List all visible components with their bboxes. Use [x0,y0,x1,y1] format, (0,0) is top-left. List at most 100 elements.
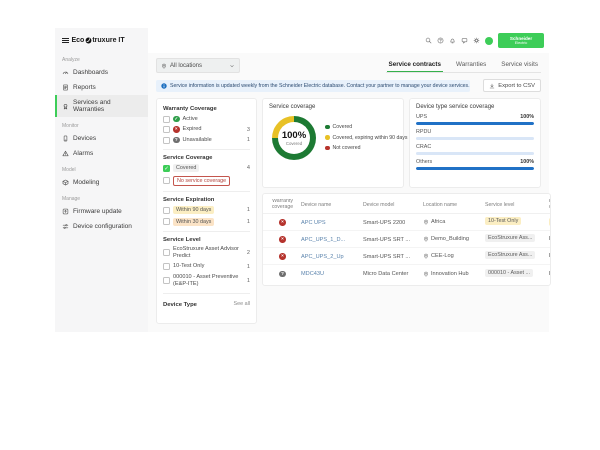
bar-row-others: Others 100% [416,159,534,170]
checkbox[interactable] [163,249,170,256]
help-icon[interactable] [437,37,444,44]
filter-option-10-test-only[interactable]: 10-Test Only 1 [163,263,250,270]
sidebar-item-alarms[interactable]: Alarms [55,146,148,161]
device-name-link[interactable]: APC_UPS_1_D... [301,237,345,243]
table-body: × APC UPS Smart-UPS 2200 Africa 10-Test … [263,214,550,282]
checkbox[interactable] [163,263,170,270]
filter-option-active[interactable]: ✓ Active [163,116,250,123]
feedback-icon[interactable] [461,37,468,44]
tab-service-visits[interactable]: Service visits [499,58,540,72]
user-avatar[interactable] [485,37,493,45]
sidebar-item-modeling[interactable]: Modeling [55,175,148,190]
filter-option-badge: Covered [173,164,199,172]
legend-dot [325,135,330,140]
column-header-device-model[interactable]: Device model [363,202,423,208]
checkbox[interactable] [163,207,170,214]
filter-count: 3 [247,127,250,133]
sidebar-section-monitor: Monitor [55,117,148,131]
sidebar-item-dashboards[interactable]: Dashboards [55,65,148,80]
tab-service-contracts[interactable]: Service contracts [387,58,444,72]
sidebar-item-reports[interactable]: Reports [55,80,148,95]
location-pin-icon [161,63,167,69]
divider [163,231,250,232]
topbar-icons [425,37,480,44]
column-header-warranty-coverage[interactable]: Warranty coverage [267,199,301,211]
sidebar-item-label: Devices [73,135,96,142]
column-header-location-name[interactable]: Location name [423,202,485,208]
device-type-bars: UPS 100% RPDU CRAC [416,114,534,170]
checkbox[interactable]: ✓ [163,165,170,172]
sidebar-item-firmware-update[interactable]: Firmware update [55,204,148,219]
sidebar-item-services-and-warranties[interactable]: Services and Warranties [55,95,148,117]
filter-option-ecostruxure-asset-advisor-predict[interactable]: EcoStruxure Asset Advisor Predict 2 [163,246,250,260]
sidebar-item-label: Services and Warranties [73,99,141,113]
filter-option-label: 000010 - Asset Preventive (E&P-ITE) [173,274,244,288]
screenshot-canvas: Eco truxure IT Analyze Dashboards Report… [0,0,600,450]
checkbox[interactable] [163,277,170,284]
legend-label: Covered [333,124,353,130]
config-icon [62,223,69,230]
tab-bar: Service contracts Warranties Service visit… [386,58,541,73]
legend-item-covered: Covered [325,124,407,130]
hamburger-menu-icon[interactable] [62,38,69,44]
logo-prefix: Eco [72,37,85,44]
table-row-apc-ups[interactable]: × APC UPS Smart-UPS 2200 Africa 10-Test … [263,214,550,231]
filter-count: 4 [247,165,250,171]
filters-panel: Warranty Coverage ✓ Active × Expired 3 ? U… [156,98,257,324]
content-columns: Warranty Coverage ✓ Active × Expired 3 ? U… [156,98,541,324]
checkbox[interactable] [163,116,170,123]
checkbox[interactable] [163,137,170,144]
logo-row: Eco truxure IT [55,28,148,51]
filter-count: 1 [247,278,250,284]
filter-option-covered[interactable]: ✓Covered 4 [163,164,250,172]
search-icon[interactable] [425,37,432,44]
expiration-date: Dec 31, 20... [549,253,551,259]
filter-group-title: Device Type [163,302,197,308]
tab-warranties[interactable]: Warranties [454,58,488,72]
device-name-link[interactable]: APC_UPS_2_Up [301,254,344,260]
bar-value: 100% [520,114,534,120]
bar-row-crac: CRAC [416,144,534,155]
filter-option-label: 10-Test Only [173,263,204,270]
checkbox[interactable] [163,126,170,133]
bar-fill [416,122,534,125]
gear-icon[interactable] [473,37,480,44]
expiration-date: Dec 31, 20... [549,271,551,277]
filter-option-no-service-coverage[interactable]: No service coverage [163,176,250,186]
sidebar-item-device-configuration[interactable]: Device configuration [55,219,148,234]
column-header-expiration-date[interactable]: Expiration date [549,199,551,211]
bar-track [416,122,534,125]
export-csv-button[interactable]: Export to CSV [483,79,541,92]
filter-count: 1 [247,264,250,270]
column-header-service-level[interactable]: Service level [485,202,549,208]
export-label: Export to CSV [498,83,535,89]
table-row-mdc43u[interactable]: ? MDC43U Micro Data Center Innovation Hu… [263,265,550,282]
device-name-link[interactable]: APC UPS [301,220,326,226]
device-name-link[interactable]: MDC43U [301,271,324,277]
see-all-link[interactable]: See all [234,301,250,307]
sidebar-section-analyze: Analyze [55,51,148,65]
device-type-coverage-card: Device type service coverage UPS 100% RP… [409,98,541,188]
warranty-expired-icon: × [279,219,286,226]
filter-option-within-30-days[interactable]: Within 30 days 1 [163,218,250,226]
bell-icon[interactable] [449,37,456,44]
checkbox[interactable] [163,218,170,225]
sidebar-section-model: Model [55,161,148,175]
location-filter-select[interactable]: All locations [156,58,240,73]
right-column: Service coverage 100% Covered [262,98,541,286]
filter-option-000010-asset-preventive-e-p-ite[interactable]: 000010 - Asset Preventive (E&P-ITE) 1 [163,274,250,288]
alarms-icon [62,150,69,157]
filter-option-within-90-days[interactable]: Within 90 days 1 [163,206,250,214]
column-header-device-name[interactable]: Device name [301,202,363,208]
bar-row-rpdu: RPDU [416,129,534,140]
filter-group-title: Warranty Coverage [163,106,250,112]
filter-option-expired[interactable]: × Expired 3 [163,126,250,133]
table-row-apc-ups-2-up[interactable]: × APC_UPS_2_Up Smart-UPS SRT ... CEE-Log… [263,248,550,265]
table-row-apc-ups-1-d[interactable]: × APC_UPS_1_D... Smart-UPS SRT ... Demo_… [263,231,550,248]
filter-option-unavailable[interactable]: ? Unavailable 1 [163,137,250,144]
main-area: Schneider Electric All locations Service… [148,28,549,332]
sidebar-item-label: Firmware update [73,208,122,215]
checkbox[interactable] [163,177,170,184]
location-name: Innovation Hub [431,271,469,277]
sidebar-item-devices[interactable]: Devices [55,131,148,146]
